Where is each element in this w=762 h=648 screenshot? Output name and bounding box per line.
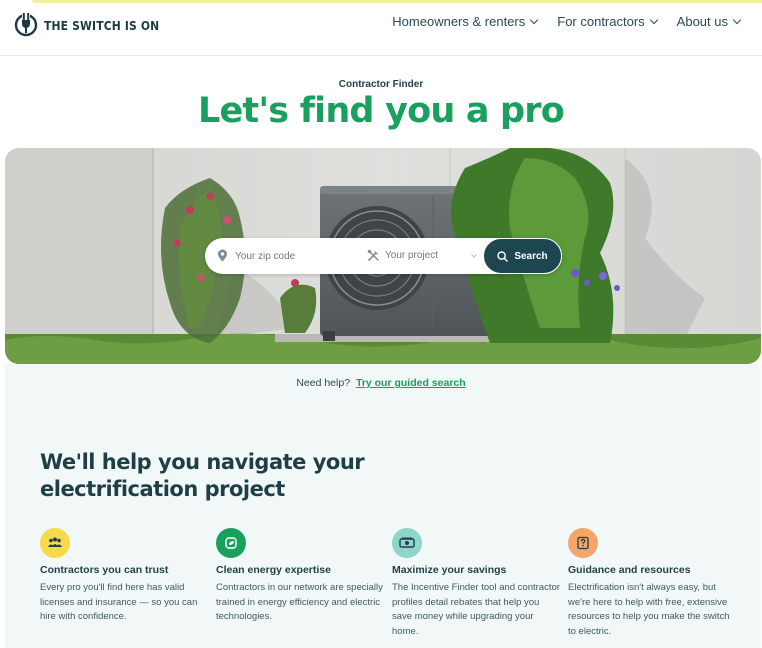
benefits-heading: We'll help you navigate your electrifica…	[40, 450, 365, 501]
benefit-title: Contractors you can trust	[40, 564, 169, 576]
chevron-down-icon	[530, 15, 539, 25]
page-title: Let's find you a pro	[197, 91, 565, 131]
question-icon	[568, 528, 598, 558]
benefit-card: Maximize your savings The Incentive Find…	[392, 528, 560, 639]
benefit-card: Clean energy expertise Contractors in ou…	[216, 528, 384, 625]
zip-code-input[interactable]	[235, 246, 353, 266]
main-nav: Homeowners & renters For contractors Abo…	[392, 14, 742, 29]
chevron-down-icon	[732, 15, 742, 25]
benefit-description: Electrification isn't always easy, but w…	[568, 582, 730, 637]
people-icon	[40, 528, 70, 558]
leaf-icon	[216, 528, 246, 558]
plug-icon	[14, 13, 38, 37]
benefit-description: Every pro you'll find here has valid lic…	[40, 582, 198, 622]
benefit-title: Guidance and resources	[568, 564, 691, 576]
money-icon	[392, 528, 422, 558]
chevron-down-icon	[649, 15, 658, 25]
benefit-title: Maximize your savings	[392, 564, 507, 576]
map-pin-icon	[218, 249, 227, 262]
page-eyebrow: Contractor Finder	[338, 79, 424, 90]
search-icon	[497, 250, 509, 262]
contractor-search-bar: Your project Search	[205, 238, 562, 274]
search-button[interactable]: Search	[483, 238, 562, 274]
site-header: THE SWITCH IS ON Homeowners & renters Fo…	[0, 4, 762, 56]
benefit-description: Contractors in our network are specially…	[216, 582, 383, 622]
help-line: Need help? Try our guided search	[0, 377, 762, 389]
nav-label: Homeowners & renters	[392, 14, 526, 29]
nav-for-contractors[interactable]: For contractors	[557, 14, 658, 29]
help-prefix: Need help?	[296, 377, 351, 389]
guided-search-link[interactable]: Try our guided search	[356, 377, 466, 389]
nav-homeowners-renters[interactable]: Homeowners & renters	[392, 14, 539, 29]
search-button-label: Search	[514, 250, 548, 262]
brand-logo[interactable]: THE SWITCH IS ON	[14, 12, 178, 38]
nav-label: For contractors	[557, 14, 645, 29]
project-select[interactable]: Your project	[385, 247, 485, 265]
brand-name: THE SWITCH IS ON	[44, 17, 160, 33]
nav-label: About us	[676, 14, 728, 29]
benefit-title: Clean energy expertise	[216, 564, 331, 576]
benefit-card: Contractors you can trust Every pro you'…	[40, 528, 208, 625]
benefit-card: Guidance and resources Electrification i…	[568, 528, 736, 639]
benefit-description: The Incentive Finder tool and contractor…	[392, 582, 560, 637]
nav-about-us[interactable]: About us	[676, 14, 742, 29]
tools-icon	[367, 249, 379, 261]
